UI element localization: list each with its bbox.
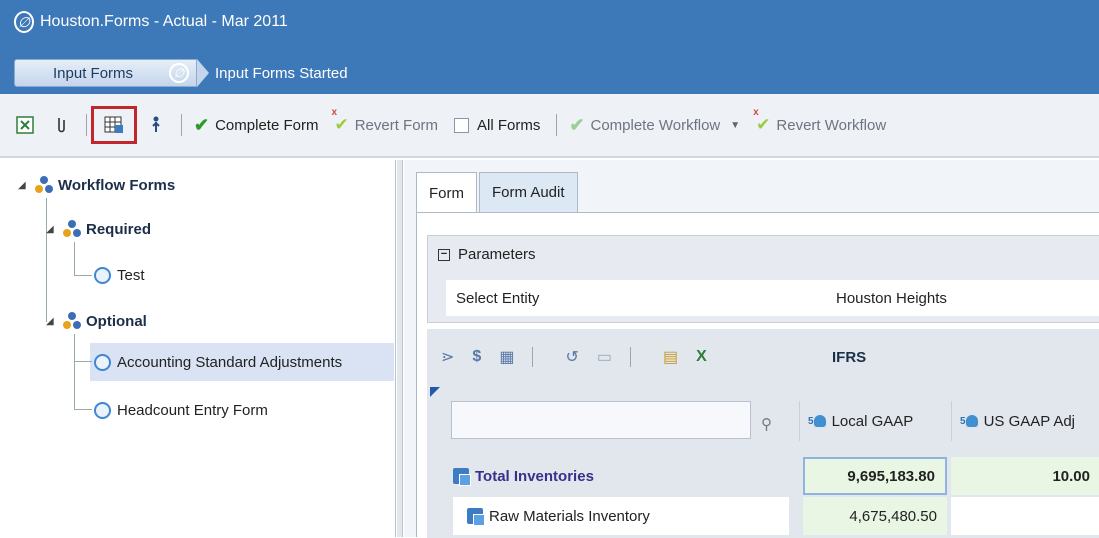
breadcrumb-input-forms-started: Input Forms Started [215,64,348,82]
parameter-label: Select Entity [456,289,540,307]
tree-item-accounting-standard-adjustments[interactable]: Accounting Standard Adjustments [94,349,342,375]
toolbar-separator [556,114,558,136]
tree-item-headcount-entry-form[interactable]: Headcount Entry Form [94,397,268,423]
form-grid-icon [104,116,123,133]
document-icon[interactable]: ▤ [663,347,678,367]
toolbar-separator [629,347,631,367]
grid-toolbar: ⋗ $ ▦ ↺ ▭ ▤ X [441,347,725,367]
form-panel: Form Form Audit − Parameters Select Enti… [404,160,1099,538]
breadcrumb-input-forms[interactable]: Input Forms ∅ [14,59,197,87]
tab-form[interactable]: Form [416,172,477,214]
grid-title: IFRS [832,349,867,366]
table-row-total-inventories: Total Inventories [453,457,594,495]
form-status-circle-icon [94,401,111,419]
parameters-section: − Parameters Select Entity Houston Heigh… [427,235,1099,323]
panel-splitter[interactable] [397,160,403,537]
parameter-row-select-entity: Select Entity Houston Heights [446,280,1099,316]
member-icon: 5 [808,415,826,427]
window-title-text: Houston.Forms - Actual - Mar 2011 [40,13,288,30]
table-row-raw-materials-inventory: Raw Materials Inventory [453,497,789,535]
tree-node-workflow-forms[interactable]: ◢ Workflow Forms [18,172,175,198]
group-icon [62,220,82,238]
form-content: − Parameters Select Entity Houston Heigh… [416,212,1099,538]
tree-line [74,362,92,410]
parameters-header[interactable]: − Parameters [438,246,536,263]
tree-line [74,242,92,276]
breadcrumb: Input Forms ∅ Input Forms Started [14,59,348,87]
expand-triangle-icon[interactable]: ◢ [46,224,62,235]
toolbar-separator [181,114,182,136]
grid-corner-marker [430,387,440,397]
column-header-local-gaap[interactable]: 5 Local GAAP [799,401,951,441]
complete-workflow-button[interactable]: ✔ Complete Workflow ▼ [569,115,740,136]
chevron-down-icon[interactable]: ▼ [730,120,740,131]
data-grid: ⋗ $ ▦ ↺ ▭ ▤ X IFRS ⚲ 5 Local GAAP 5 US G… [427,329,1099,538]
calculator-icon[interactable]: ▦ [499,347,514,367]
check-icon: ✔ [194,114,210,135]
app-logo-icon: ∅ [14,11,34,33]
row-filter-input[interactable] [451,401,751,439]
revert-icon: ✔ [753,107,770,135]
form-grid-button-highlighted[interactable] [91,106,137,144]
window-title: ∅ Houston.Forms - Actual - Mar 2011 [14,8,288,36]
account-icon [467,508,485,526]
excel-icon[interactable]: X [696,348,707,366]
form-status-circle-icon [94,353,111,371]
revert-form-button[interactable]: ✔ Revert Form [331,107,438,135]
revert-workflow-button[interactable]: ✔ Revert Workflow [753,107,886,135]
excel-export-icon[interactable] [14,114,36,136]
cell-total-inventories-us-gaap-adj[interactable]: 10.00 [951,457,1099,495]
form-status-circle-icon [94,266,111,284]
group-icon [62,312,82,330]
toolbar-separator [86,114,87,136]
collapse-icon[interactable]: − [438,248,450,261]
person-arrow-icon[interactable] [145,114,167,136]
tree-item-test[interactable]: Test [94,262,145,288]
toolbar: ✔ Complete Form ✔ Revert Form All Forms … [0,94,1099,158]
account-icon [453,468,471,486]
group-icon [34,176,54,194]
toolbar-separator [532,347,534,367]
save-icon[interactable]: ▭ [597,347,612,367]
checkbox-icon[interactable] [454,117,470,133]
filter-arrows-icon[interactable]: ⋗ [441,347,454,367]
cell-raw-materials-us-gaap-adj[interactable] [951,497,1099,535]
tab-form-audit[interactable]: Form Audit [479,172,578,212]
all-forms-checkbox[interactable]: All Forms [454,117,540,134]
breadcrumb-arrow-icon [197,59,209,87]
revert-icon: ✔ [331,107,348,135]
attachment-icon[interactable] [50,114,72,136]
title-bar: ∅ Houston.Forms - Actual - Mar 2011 Inpu… [0,0,1099,94]
currency-icon[interactable]: $ [472,348,481,366]
parameter-value[interactable]: Houston Heights [836,290,947,307]
tree-node-optional[interactable]: ◢ Optional [46,308,147,334]
expand-triangle-icon[interactable]: ◢ [18,180,34,191]
complete-form-button[interactable]: ✔ Complete Form [194,115,318,136]
form-tabs: Form Form Audit [416,172,580,214]
cell-raw-materials-local-gaap[interactable]: 4,675,480.50 [803,497,947,535]
bicycle-icon[interactable]: ⚲ [761,415,772,433]
member-icon: 5 [960,415,978,427]
tree-line [74,334,92,362]
undo-icon[interactable]: ↺ [565,347,578,367]
column-header-us-gaap-adj[interactable]: 5 US GAAP Adj [951,401,1099,441]
tree-node-required[interactable]: ◢ Required [46,216,151,242]
cell-total-inventories-local-gaap[interactable]: 9,695,183.80 [803,457,947,495]
breadcrumb-logo-icon: ∅ [169,63,189,83]
expand-triangle-icon[interactable]: ◢ [46,316,62,327]
check-icon: ✔ [569,114,585,135]
